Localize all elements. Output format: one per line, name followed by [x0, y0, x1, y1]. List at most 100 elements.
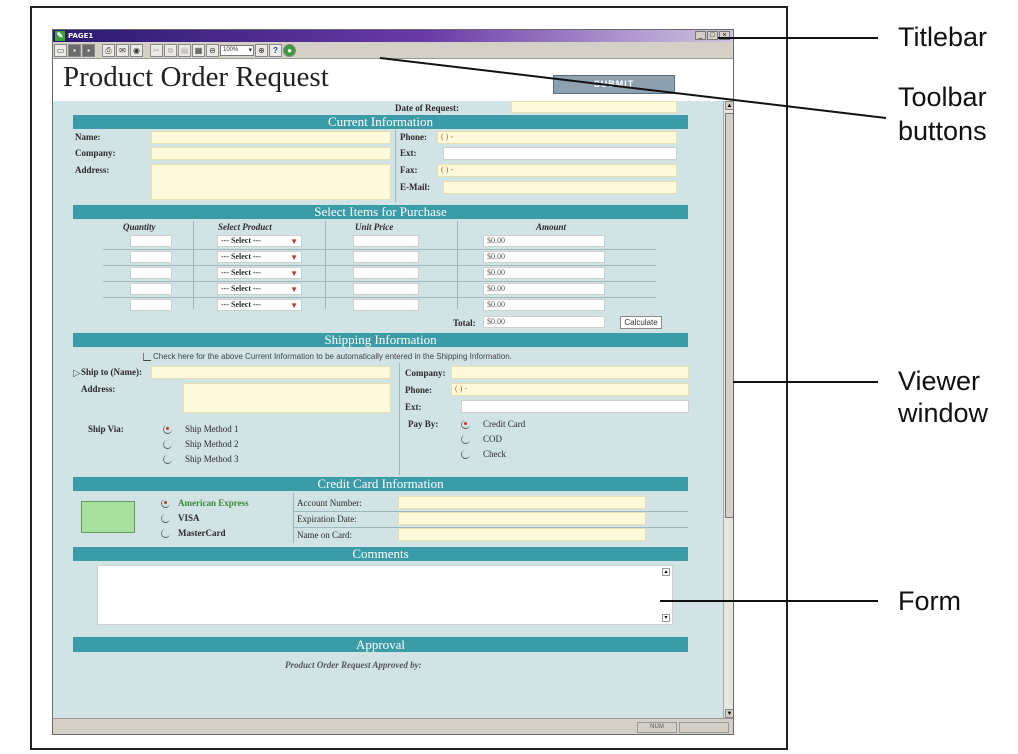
ship-method-1-label: Ship Method 1 — [185, 424, 239, 434]
quantity-field[interactable] — [130, 251, 172, 263]
save-as-icon[interactable]: ▪ — [82, 43, 95, 57]
close-icon[interactable]: × — [719, 31, 730, 40]
maximize-icon[interactable]: □ — [707, 31, 718, 40]
app-window: ✎ PAGE1 _ □ × ▭ ▪ ▪ ⎙ ✉ ◉ ✂ ⧉ ▤ ▦ ⊖ 100%… — [52, 29, 734, 735]
ship-method-1-radio[interactable] — [163, 425, 172, 434]
preview-icon[interactable]: ◉ — [130, 43, 143, 57]
print-icon[interactable]: ⎙ — [102, 43, 115, 57]
date-of-request-label: Date of Request: — [395, 103, 459, 113]
visa-radio[interactable] — [161, 514, 170, 523]
ship-to-field[interactable] — [151, 366, 391, 379]
toolbar: ▭ ▪ ▪ ⎙ ✉ ◉ ✂ ⧉ ▤ ▦ ⊖ 100% ⊕ ? ● — [53, 42, 733, 59]
unit-price-field[interactable] — [353, 283, 419, 295]
viewer-window-callout-line1: Viewer — [898, 366, 981, 396]
comments-header: Comments — [73, 547, 688, 561]
date-of-request-field[interactable] — [511, 101, 677, 113]
shipping-information-header: Shipping Information — [73, 333, 688, 347]
product-select[interactable]: --- Select --- ▼ — [217, 267, 302, 279]
col-select-product: Select Product — [218, 222, 272, 232]
pay-cod-radio[interactable] — [461, 435, 470, 444]
scroll-up-icon[interactable]: ▲ — [725, 101, 733, 110]
fax-field[interactable]: ( ) - — [437, 164, 677, 177]
ship-company-field[interactable] — [451, 366, 689, 379]
ship-method-3-radio[interactable] — [163, 455, 172, 464]
pay-check-radio[interactable] — [461, 450, 470, 459]
select-items-header: Select Items for Purchase — [73, 205, 688, 219]
email-icon[interactable]: ✉ — [116, 43, 129, 57]
chevron-down-icon: ▼ — [290, 301, 298, 310]
phone-field[interactable]: ( ) - — [437, 131, 677, 144]
ship-method-2-radio[interactable] — [163, 440, 172, 449]
total-field: $0.00 — [483, 316, 605, 328]
ship-method-2-label: Ship Method 2 — [185, 439, 239, 449]
help-icon[interactable]: ? — [269, 43, 282, 57]
ship-phone-field[interactable]: ( ) - — [451, 383, 689, 396]
chevron-down-icon: ▼ — [290, 269, 298, 278]
ext-field[interactable] — [443, 147, 677, 160]
scroll-thumb[interactable] — [725, 113, 733, 518]
window-controls: _ □ × — [695, 31, 730, 40]
pay-check-label: Check — [483, 449, 506, 459]
cut-icon[interactable]: ✂ — [150, 43, 163, 57]
visa-label: VISA — [178, 513, 200, 523]
pay-credit-card-label: Credit Card — [483, 419, 526, 429]
zoom-in-icon[interactable]: ⊕ — [255, 43, 268, 57]
titlebar-callout: Titlebar — [898, 22, 988, 52]
calculate-button[interactable]: Calculate — [620, 316, 662, 329]
chevron-down-icon: ▼ — [290, 285, 298, 294]
unit-price-field[interactable] — [353, 267, 419, 279]
product-select[interactable]: --- Select --- ▼ — [217, 299, 302, 311]
product-select[interactable]: --- Select --- ▼ — [217, 235, 302, 247]
quantity-field[interactable] — [130, 267, 172, 279]
amount-field: $0.00 — [483, 267, 605, 279]
email-field[interactable] — [443, 181, 677, 194]
phone-label: Phone: — [400, 132, 427, 142]
quantity-field[interactable] — [130, 235, 172, 247]
ship-ext-field[interactable] — [461, 400, 689, 413]
comments-textarea[interactable]: ▴ ▾ — [97, 565, 673, 625]
copy-info-checkbox[interactable] — [143, 353, 151, 361]
zoom-out-icon[interactable]: ⊖ — [206, 43, 219, 57]
toolbar-buttons-callout-line1: Toolbar — [898, 82, 987, 112]
exit-icon[interactable]: ● — [283, 43, 296, 57]
name-label: Name: — [75, 132, 101, 142]
american-express-label: American Express — [178, 498, 249, 508]
open-icon[interactable]: ▭ — [54, 43, 67, 57]
minimize-icon[interactable]: _ — [695, 31, 706, 40]
amount-field: $0.00 — [483, 299, 605, 311]
expiration-date-field[interactable] — [398, 512, 646, 525]
pay-credit-card-radio[interactable] — [461, 420, 470, 429]
submit-button[interactable]: SUBMIT — [553, 75, 675, 94]
table-icon[interactable]: ▦ — [192, 43, 205, 57]
unit-price-field[interactable] — [353, 235, 419, 247]
name-field[interactable] — [151, 131, 391, 144]
ship-ext-label: Ext: — [405, 402, 422, 412]
status-panel — [679, 722, 729, 733]
american-express-radio[interactable] — [161, 499, 170, 508]
zoom-select[interactable]: 100% — [220, 44, 254, 56]
company-field[interactable] — [151, 147, 391, 160]
ship-address-label: Address: — [81, 384, 116, 394]
name-on-card-field[interactable] — [398, 528, 646, 541]
quantity-field[interactable] — [130, 299, 172, 311]
col-amount: Amount — [536, 222, 567, 232]
unit-price-field[interactable] — [353, 299, 419, 311]
total-label: Total: — [453, 318, 476, 328]
scroll-down-icon[interactable]: ▼ — [725, 709, 733, 718]
copy-icon[interactable]: ⧉ — [164, 43, 177, 57]
address-label: Address: — [75, 165, 110, 175]
product-select[interactable]: --- Select --- ▼ — [217, 283, 302, 295]
vertical-scrollbar[interactable]: ▲ ▼ — [723, 101, 733, 718]
ship-to-label: Ship to (Name): — [81, 367, 142, 377]
quantity-field[interactable] — [130, 283, 172, 295]
unit-price-field[interactable] — [353, 251, 419, 263]
product-select[interactable]: --- Select --- ▼ — [217, 251, 302, 263]
paste-icon[interactable]: ▤ — [178, 43, 191, 57]
account-number-field[interactable] — [398, 496, 646, 509]
ship-address-field[interactable] — [183, 383, 391, 413]
credit-card-icon — [81, 501, 135, 533]
save-icon[interactable]: ▪ — [68, 43, 81, 57]
chevron-down-icon: ▼ — [290, 253, 298, 262]
address-field[interactable] — [151, 164, 391, 200]
mastercard-radio[interactable] — [161, 529, 170, 538]
